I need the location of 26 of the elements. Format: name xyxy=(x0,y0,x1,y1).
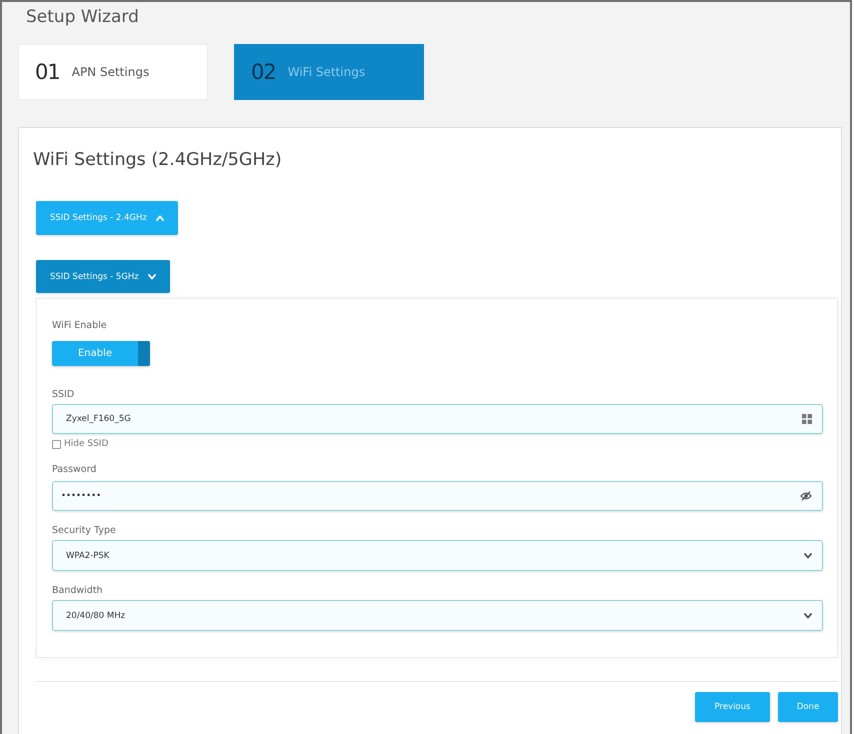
text-field[interactable]: Zyxel_F160_5G xyxy=(52,404,823,434)
checkbox-label: Hide SSID xyxy=(64,439,108,449)
field-label: Bandwidth xyxy=(52,584,103,598)
dropdown[interactable]: 20/40/80 MHz xyxy=(52,600,823,631)
chevron-down-icon xyxy=(804,552,812,558)
dropdown[interactable]: WPA2-PSK xyxy=(52,540,823,571)
wizard-button[interactable]: Done xyxy=(778,692,838,722)
eye-slash-icon xyxy=(800,491,812,501)
toggle-switch[interactable]: Enable xyxy=(52,341,150,366)
wizard-title: Setup Wizard xyxy=(26,6,139,28)
grid-icon xyxy=(802,414,812,424)
panel-heading: WiFi Settings (2.4GHz/5GHz) xyxy=(33,149,282,172)
section-toggle-button[interactable]: SSID Settings - 5GHz xyxy=(36,260,170,293)
field-label: WiFi Enable xyxy=(52,319,107,333)
checkbox[interactable] xyxy=(52,440,61,448)
wizard-button[interactable]: Previous xyxy=(695,692,770,722)
chevron-down-icon xyxy=(804,612,812,618)
chevron-down-icon xyxy=(148,274,156,280)
password-field[interactable]: •••••••• xyxy=(52,481,823,511)
field-label: SSID xyxy=(52,388,74,402)
field-label: Security Type xyxy=(52,524,116,538)
step-tab[interactable]: 02 WiFi Settings xyxy=(234,44,424,100)
section-toggle-button[interactable]: SSID Settings - 2.4GHz xyxy=(36,201,178,235)
chevron-up-icon xyxy=(156,215,164,221)
field-label: Password xyxy=(52,463,96,477)
step-tab[interactable]: 01 APN Settings xyxy=(18,44,208,100)
